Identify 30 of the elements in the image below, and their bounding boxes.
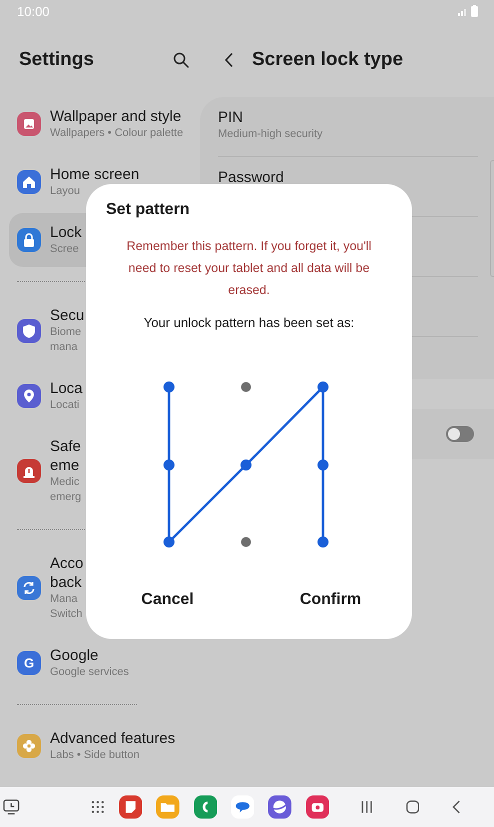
item-title: Safe [50, 437, 82, 456]
item-subtitle: mana [50, 340, 79, 355]
dialog-title: Set pattern [106, 200, 190, 220]
item-subtitle: emerg [50, 490, 82, 505]
item-title: Loca [50, 379, 83, 398]
item-title: Google [50, 646, 100, 665]
item-title: eme [50, 456, 80, 475]
warning-text: Remember this pattern. If you forget it, you'll need to reset your tablet and all data will be erased. [126, 238, 372, 299]
item-subtitle: Switch [50, 607, 84, 622]
option-subtitle: Medium-high security [218, 127, 324, 142]
settings-title: Settings [19, 48, 94, 70]
item-title: Wallpaper and style [50, 107, 182, 126]
google-icon: G [17, 651, 41, 675]
dialog-message: Your unlock pattern has been set as: [144, 314, 354, 332]
item-subtitle: Labs • Side button [50, 748, 140, 763]
item-subtitle: Google services [50, 665, 129, 680]
item-subtitle: Locati [50, 398, 80, 413]
item-title: Acco [50, 554, 84, 573]
item-subtitle: Layou [50, 184, 81, 199]
item-title: Lock [50, 223, 82, 242]
item-subtitle: Medic [50, 475, 80, 490]
item-title: Secu [50, 306, 84, 325]
item-title: back [50, 573, 83, 592]
item-subtitle: Mana [50, 592, 79, 607]
item-subtitle: Wallpapers • Colour palette [50, 126, 184, 141]
page-title: Screen lock type [252, 48, 404, 70]
item-title: Home screen [50, 165, 140, 184]
item-subtitle: Biome [50, 325, 82, 340]
item-title: Advanced features [50, 729, 176, 748]
item-subtitle: Scree [50, 242, 80, 257]
